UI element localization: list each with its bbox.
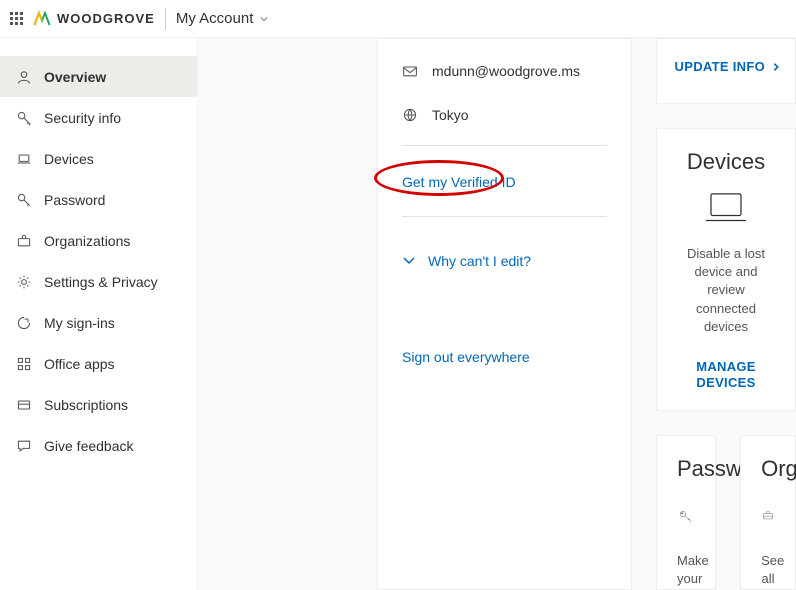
key-icon <box>16 110 32 126</box>
app-launcher-icon[interactable] <box>10 12 23 25</box>
woodgrove-logo-icon <box>33 10 51 28</box>
sidebar-item-my-sign-ins[interactable]: My sign-ins <box>0 302 197 343</box>
chevron-down-icon <box>402 254 416 268</box>
update-info-link[interactable]: UPDATE INFO <box>671 59 781 74</box>
divider <box>402 216 607 217</box>
account-dropdown[interactable]: My Account <box>176 10 270 27</box>
sidebar-item-subscriptions[interactable]: Subscriptions <box>0 384 197 425</box>
profile-card: mdunn@woodgrove.ms Tokyo Get my Verified… <box>377 38 632 590</box>
laptop-icon <box>16 151 32 167</box>
briefcase-icon <box>16 233 32 249</box>
why-cant-i-edit-link[interactable]: Why can't I edit? <box>402 225 607 279</box>
brand-logo[interactable]: WOODGROVE <box>33 10 155 28</box>
chevron-down-icon <box>259 14 269 24</box>
profile-email-row: mdunn@woodgrove.ms <box>402 49 607 93</box>
sidebar-item-label: Devices <box>44 151 94 167</box>
profile-email: mdunn@woodgrove.ms <box>432 63 580 79</box>
profile-location-row: Tokyo <box>402 93 607 137</box>
sidebar-item-label: My sign-ins <box>44 315 115 331</box>
right-column: UPDATE INFO Devices Disable a lost devic… <box>656 38 796 590</box>
person-icon <box>16 69 32 85</box>
briefcase-icon <box>761 492 775 538</box>
mail-icon <box>402 63 418 79</box>
divider <box>402 145 607 146</box>
main-content: mdunn@woodgrove.ms Tokyo Get my Verified… <box>198 38 796 590</box>
update-info-card: UPDATE INFO <box>656 38 796 104</box>
organizations-card: Organizations See all the organizations … <box>740 435 796 590</box>
signin-icon <box>16 315 32 331</box>
sidebar-item-organizations[interactable]: Organizations <box>0 220 197 261</box>
organizations-desc: See all the organizations that you <box>761 552 775 590</box>
sidebar-item-security-info[interactable]: Security info <box>0 97 197 138</box>
sidebar-item-label: Password <box>44 192 105 208</box>
profile-location: Tokyo <box>432 107 469 123</box>
laptop-icon <box>677 185 775 231</box>
sidebar-item-label: Settings & Privacy <box>44 274 158 290</box>
sidebar-item-password[interactable]: Password <box>0 179 197 220</box>
key-icon <box>677 492 695 538</box>
update-info-label: UPDATE INFO <box>675 59 765 74</box>
sidebar-item-label: Overview <box>44 69 106 85</box>
sidebar-item-label: Organizations <box>44 233 130 249</box>
account-dropdown-label: My Account <box>176 10 254 27</box>
header-divider <box>165 8 166 30</box>
devices-title: Devices <box>677 149 775 175</box>
manage-devices-link[interactable]: MANAGE DEVICES <box>696 359 756 390</box>
key-icon <box>16 192 32 208</box>
sidebar-item-label: Subscriptions <box>44 397 128 413</box>
sidebar-item-settings-privacy[interactable]: Settings & Privacy <box>0 261 197 302</box>
chat-icon <box>16 438 32 454</box>
get-verified-id-link[interactable]: Get my Verified ID <box>402 174 516 190</box>
password-card: Password Make your password stronger, or… <box>656 435 716 590</box>
sidebar-item-label: Give feedback <box>44 438 134 454</box>
sidebar-item-devices[interactable]: Devices <box>0 138 197 179</box>
sidebar-item-overview[interactable]: Overview <box>0 56 197 97</box>
app-header: WOODGROVE My Account <box>0 0 796 38</box>
sidebar-item-label: Office apps <box>44 356 115 372</box>
globe-icon <box>402 107 418 123</box>
organizations-title: Organizations <box>761 456 775 482</box>
chevron-right-icon <box>771 62 781 72</box>
devices-card: Devices Disable a lost device and review… <box>656 128 796 411</box>
sidebar-item-office-apps[interactable]: Office apps <box>0 343 197 384</box>
password-desc: Make your password stronger, or change i… <box>677 552 695 590</box>
card-icon <box>16 397 32 413</box>
grid-icon <box>16 356 32 372</box>
sidebar-item-label: Security info <box>44 110 121 126</box>
password-title: Password <box>677 456 695 482</box>
sidebar-item-give-feedback[interactable]: Give feedback <box>0 425 197 466</box>
devices-desc: Disable a lost device and review connect… <box>677 245 775 336</box>
sidebar: Overview Security info Devices Password … <box>0 38 198 590</box>
gear-icon <box>16 274 32 290</box>
brand-name: WOODGROVE <box>57 11 155 26</box>
sign-out-everywhere-link[interactable]: Sign out everywhere <box>402 349 530 365</box>
why-cant-i-edit-label: Why can't I edit? <box>428 253 531 269</box>
